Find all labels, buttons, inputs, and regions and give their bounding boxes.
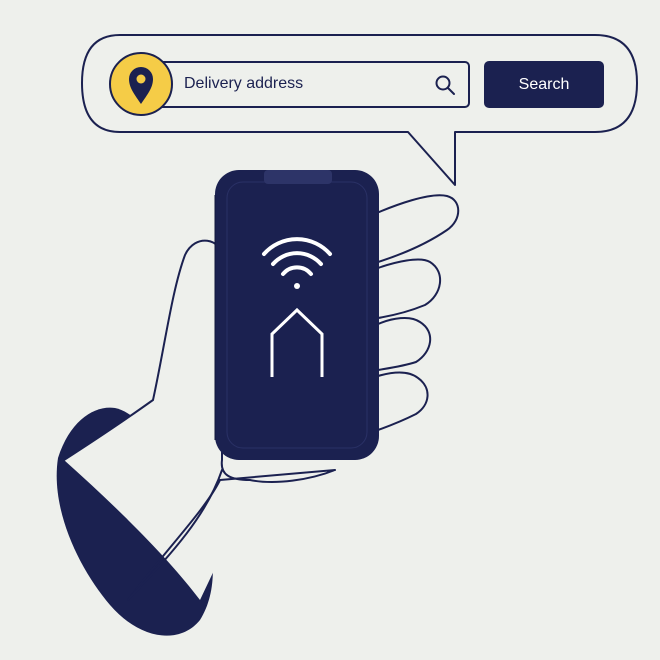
fingers — [371, 194, 460, 431]
illustration-canvas: Delivery address Search — [0, 0, 660, 660]
search-icon[interactable] — [430, 70, 460, 100]
search-button-label: Search — [518, 75, 570, 93]
smartphone — [214, 170, 379, 460]
delivery-address-input[interactable]: Delivery address — [168, 62, 468, 106]
delivery-address-placeholder: Delivery address — [184, 75, 304, 92]
magnifier-icon — [435, 75, 455, 95]
search-button[interactable]: Search — [484, 61, 604, 108]
speech-bubble — [81, 34, 638, 186]
map-pin-icon — [109, 52, 173, 116]
